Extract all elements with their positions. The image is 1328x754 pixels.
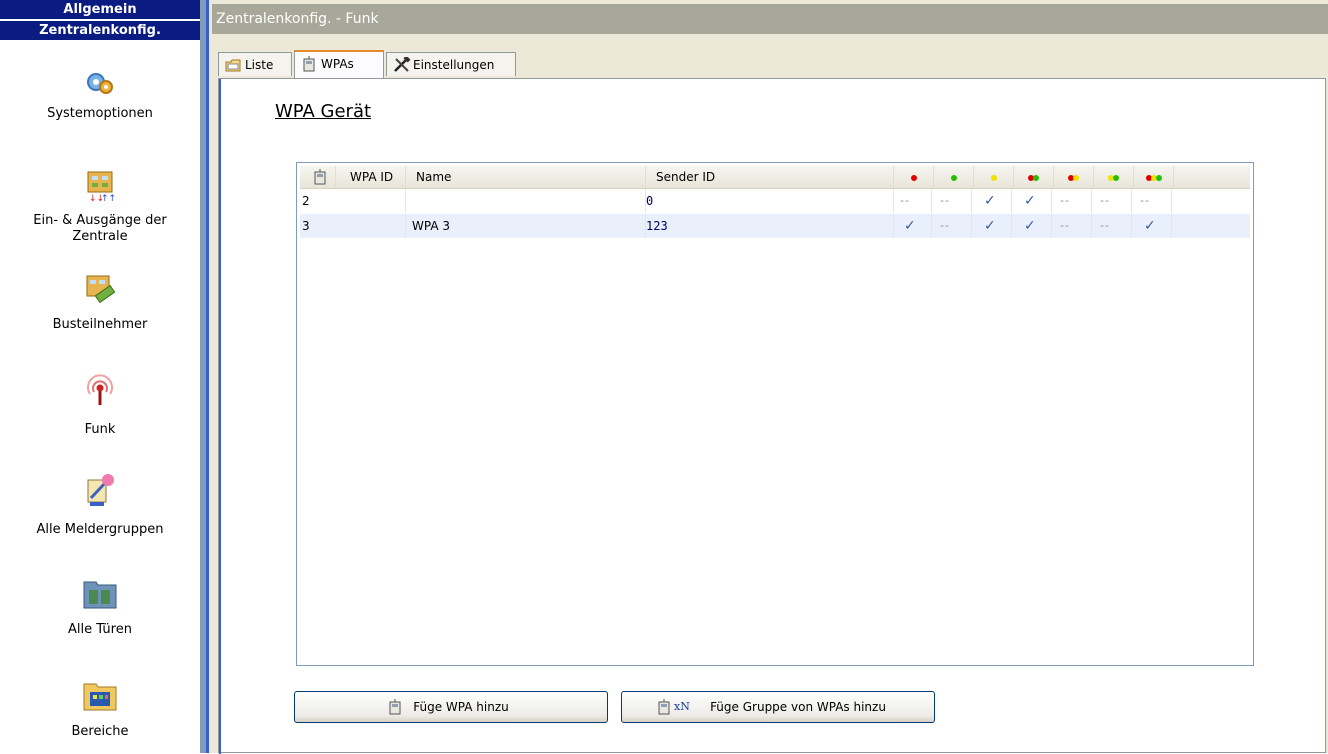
sidebar-item-label-line2: Zentrale bbox=[72, 229, 128, 244]
status-cell-empty[interactable]: -- bbox=[1094, 189, 1132, 213]
sidebar-item-label: Funk bbox=[84, 422, 116, 437]
sidebar-item-label: Alle Türen bbox=[68, 622, 132, 637]
wpa-table[interactable]: WPA ID Name Sender ID 2 0 -- -- ✓ ✓ -- -- -- 3… bbox=[296, 162, 1254, 666]
cell-sender-id: 0 bbox=[646, 189, 894, 213]
sidebar-item-funk[interactable]: Funk bbox=[0, 372, 200, 438]
radio-antenna-icon bbox=[87, 374, 113, 405]
status-cell-empty[interactable]: -- bbox=[1094, 214, 1132, 238]
status-cell-empty[interactable]: -- bbox=[1134, 189, 1172, 213]
sidebar-item-label-line1: Ein- & Ausgänge der bbox=[33, 213, 167, 228]
column-header-icon[interactable] bbox=[300, 166, 336, 188]
status-cell-empty[interactable]: -- bbox=[934, 189, 972, 213]
wpa-device-icon bbox=[658, 699, 670, 715]
sidebar-item-busteilnehmer[interactable]: Busteilnehmer bbox=[0, 272, 200, 333]
table-header: WPA ID Name Sender ID bbox=[300, 166, 1250, 189]
add-group-label: Füge Gruppe von WPAs hinzu bbox=[710, 700, 886, 714]
status-cell-empty[interactable]: -- bbox=[894, 189, 932, 213]
table-row[interactable]: 2 0 -- -- ✓ ✓ -- -- -- bbox=[300, 189, 1250, 213]
sidebar-item-systemoptionen[interactable]: Systemoptionen bbox=[0, 66, 200, 122]
status-column-red-yellow[interactable] bbox=[1054, 166, 1094, 188]
status-dot-icon bbox=[1033, 175, 1039, 181]
status-column-red[interactable] bbox=[894, 166, 934, 188]
checkmark-icon[interactable]: ✓ bbox=[974, 189, 1012, 213]
column-header-sender-id[interactable]: Sender ID bbox=[646, 166, 894, 188]
sidebar-item-label: Bereiche bbox=[71, 724, 129, 739]
status-dot-icon bbox=[1073, 175, 1079, 181]
checkmark-icon[interactable]: ✓ bbox=[894, 214, 932, 238]
status-dot-icon bbox=[910, 175, 917, 181]
sidebar-item-ein-ausgaenge[interactable]: ↓↓ ↑↑ Ein- & Ausgänge der Zentrale bbox=[0, 168, 200, 245]
add-wpa-label: Füge WPA hinzu bbox=[413, 700, 509, 714]
wpa-device-icon bbox=[303, 56, 315, 72]
cell-sender-id: 123 bbox=[646, 214, 894, 238]
sidebar-header-config[interactable]: Zentralenkonfig. bbox=[0, 21, 200, 42]
tab-einstellungen[interactable]: Einstellungen bbox=[386, 52, 516, 76]
cell-wpa-id: 3 bbox=[300, 214, 406, 238]
table-row[interactable]: 3 WPA 3 123 ✓ -- ✓ ✓ -- -- ✓ bbox=[300, 214, 1250, 238]
status-column-yellow[interactable] bbox=[974, 166, 1014, 188]
section-title: WPA Gerät bbox=[275, 101, 372, 122]
column-header-wpa-id[interactable]: WPA ID bbox=[336, 166, 406, 188]
status-column-green[interactable] bbox=[934, 166, 974, 188]
status-column-red-green[interactable] bbox=[1014, 166, 1054, 188]
status-column-red-yellow-green[interactable] bbox=[1134, 166, 1174, 188]
sidebar-item-label: Alle Meldergruppen bbox=[36, 522, 164, 537]
tab-label: Einstellungen bbox=[413, 58, 495, 72]
detector-group-icon bbox=[87, 474, 114, 506]
gears-icon bbox=[87, 73, 113, 94]
status-cell-empty[interactable]: -- bbox=[1054, 214, 1092, 238]
sidebar-item-label: Systemoptionen bbox=[47, 106, 153, 121]
io-board-icon: ↓↓↑↑ bbox=[87, 171, 116, 204]
bus-module-icon bbox=[86, 275, 116, 304]
wpa-device-icon bbox=[314, 169, 326, 185]
tab-label: Liste bbox=[245, 58, 274, 72]
cell-name bbox=[406, 189, 646, 213]
wpa-device-icon bbox=[389, 699, 401, 715]
tab-label: WPAs bbox=[321, 57, 354, 71]
checkmark-icon[interactable]: ✓ bbox=[1014, 189, 1052, 213]
cell-name: WPA 3 bbox=[406, 214, 646, 238]
status-dot-icon bbox=[990, 175, 997, 181]
tab-panel: WPA Gerät WPA ID Name Sender ID 2 0 -- -… bbox=[218, 78, 1326, 754]
sidebar-item-bereiche[interactable]: Bereiche bbox=[0, 678, 200, 740]
main-area: Zentralenkonfig. - Funk Liste WPAs Einst… bbox=[212, 0, 1328, 754]
status-column-yellow-green[interactable] bbox=[1094, 166, 1134, 188]
add-wpa-button[interactable]: Füge WPA hinzu bbox=[294, 691, 608, 723]
checkmark-icon[interactable]: ✓ bbox=[974, 214, 1012, 238]
doors-icon bbox=[83, 581, 117, 609]
checkmark-icon[interactable]: ✓ bbox=[1134, 214, 1172, 238]
status-cell-empty[interactable]: -- bbox=[934, 214, 972, 238]
cell-wpa-id: 2 bbox=[300, 189, 406, 213]
multiplier-label: xN bbox=[674, 700, 690, 713]
status-cell-empty[interactable]: -- bbox=[1054, 189, 1092, 213]
tab-liste[interactable]: Liste bbox=[218, 52, 292, 76]
panel-edge bbox=[219, 79, 221, 754]
svg-text:↑↑: ↑↑ bbox=[101, 194, 116, 204]
list-icon bbox=[225, 59, 241, 72]
status-dot-icon bbox=[1113, 175, 1119, 181]
status-dot-icon bbox=[1155, 175, 1162, 181]
sidebar-item-tueren[interactable]: Alle Türen bbox=[0, 576, 200, 638]
checkmark-icon[interactable]: ✓ bbox=[1014, 214, 1052, 238]
window-title: Zentralenkonfig. - Funk bbox=[212, 4, 1328, 34]
column-header-name[interactable]: Name bbox=[406, 166, 646, 188]
add-wpa-group-button[interactable]: xN Füge Gruppe von WPAs hinzu bbox=[621, 691, 935, 723]
sidebar: Allgemein Zentralenkonfig. Systemoptione… bbox=[0, 0, 200, 753]
tools-icon bbox=[394, 57, 411, 72]
tab-wpas[interactable]: WPAs bbox=[294, 50, 384, 79]
sidebar-item-label: Busteilnehmer bbox=[52, 317, 148, 332]
areas-icon bbox=[83, 683, 117, 711]
sidebar-header-general[interactable]: Allgemein bbox=[0, 0, 200, 21]
sidebar-item-meldergruppen[interactable]: Alle Meldergruppen bbox=[0, 472, 200, 538]
status-dot-icon bbox=[950, 175, 957, 181]
